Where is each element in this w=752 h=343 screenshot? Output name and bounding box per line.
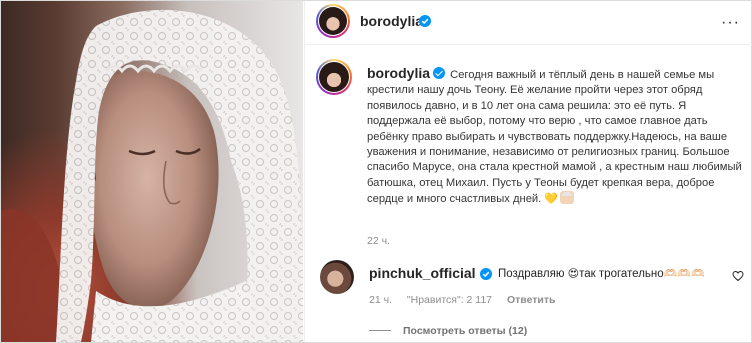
comment-meta: 21 ч. "Нравится": 2 117 Ответить (369, 294, 567, 306)
heart-outline-icon[interactable] (732, 270, 744, 282)
comment-text: Поздравляю 😍так трогательно🫶🏻🫶🏻🫶🏻 (498, 267, 705, 280)
post-caption: borodylia Сегодня важный и тёплый день в… (367, 65, 743, 208)
comment-username[interactable]: pinchuk_official (369, 265, 476, 281)
photo-girl-in-veil-illustration (1, 9, 303, 342)
caption-timestamp[interactable]: 22 ч. (367, 235, 390, 247)
comment-likes-count[interactable]: "Нравится": 2 117 (407, 294, 492, 306)
commenter-avatar[interactable] (320, 260, 354, 294)
verified-badge-icon (419, 15, 431, 27)
post-photo[interactable] (1, 1, 303, 342)
heart-hands-emoji: 🫶🏻🫶🏻🫶🏻 (663, 267, 705, 280)
reply-button[interactable]: Ответить (507, 294, 556, 306)
author-avatar[interactable] (316, 4, 350, 38)
caption-text: Сегодня важный и тёплый день в нашей сем… (367, 69, 742, 206)
header-username[interactable]: borodylia (360, 13, 423, 29)
caption-username[interactable]: borodylia (367, 65, 430, 81)
comment-text-after: так трогательно (579, 268, 664, 280)
verified-badge-icon (433, 67, 446, 79)
heart-eyes-emoji: 😍 (567, 267, 580, 280)
verified-badge-icon (480, 268, 492, 280)
comment-timestamp[interactable]: 21 ч. (369, 294, 392, 306)
yellow-heart-emoji: 💛 (544, 192, 559, 206)
caption-author-avatar[interactable] (316, 59, 352, 95)
old-person-emoji-icon (560, 191, 575, 205)
replies-divider-line (369, 330, 391, 331)
comment-text-part: Поздравляю (498, 268, 568, 280)
view-replies-label[interactable]: Посмотреть ответы (12) (403, 325, 527, 337)
more-options-icon[interactable]: ··· (721, 14, 740, 32)
view-replies-button[interactable]: Посмотреть ответы (12) (369, 325, 527, 337)
